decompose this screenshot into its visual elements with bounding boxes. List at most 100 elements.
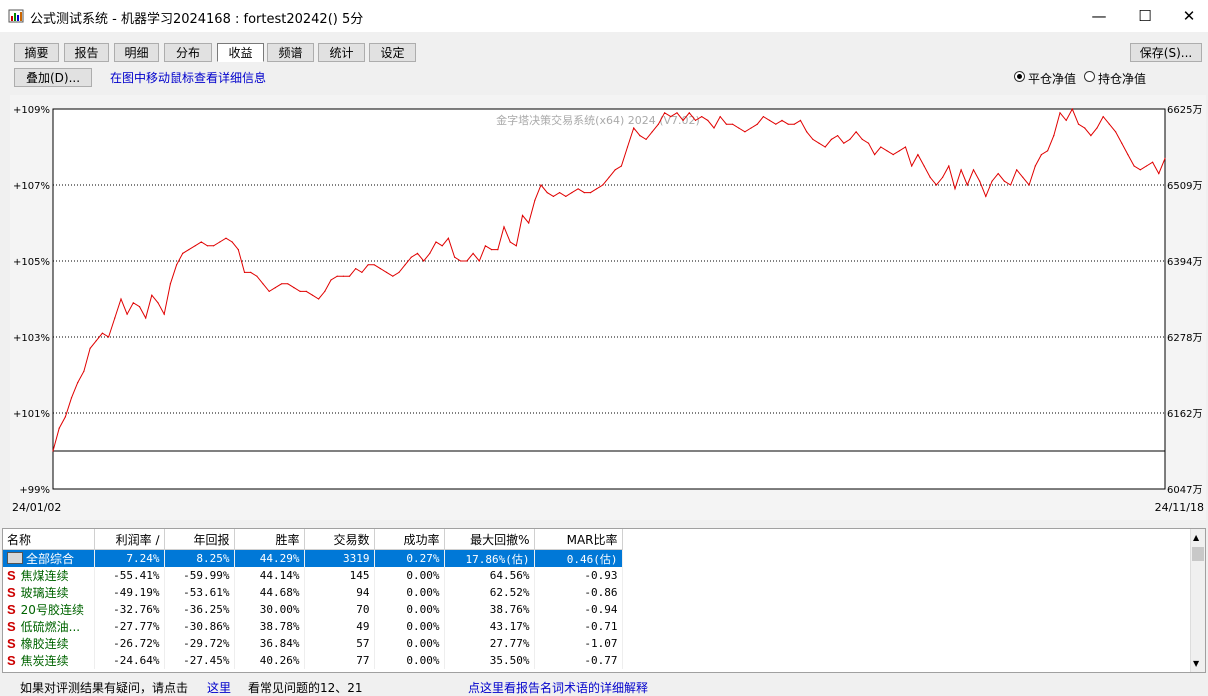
equity-point [670,116,672,118]
equity-point [694,119,697,121]
equity-point [540,184,542,186]
equity-point [1071,108,1073,110]
strategy-s-icon: S [7,585,16,600]
column-header[interactable]: MAR比率 [534,529,623,550]
scroll-thumb[interactable] [1192,547,1204,561]
status-here-link[interactable]: 这里 [207,679,231,696]
close-button[interactable]: ✕ [1166,0,1208,32]
row-name-text: 橡胶连续 [20,637,69,651]
equity-point [330,279,332,281]
row-name[interactable]: S 玻璃连续 [3,584,95,601]
scroll-up-icon[interactable]: ▲ [1193,533,1199,542]
row-name-text: 焦炭连续 [20,654,69,668]
column-header[interactable]: 交易数 [304,529,375,550]
equity-point [429,252,431,254]
table-row[interactable]: S 低硫燃油... -27.77% -30.86% 38.78% 49 0.00% 43.17… [3,618,623,635]
tab-details[interactable]: 明细 [114,43,159,62]
tab-report[interactable]: 报告 [64,43,109,62]
column-header[interactable]: 利润率 ∕ [94,529,165,550]
table-row[interactable]: 全部综合 7.24% 8.25% 44.29% 3319 0.27% 17.86%(估) 0.… [3,549,623,567]
table-cell: -0.94 [534,601,623,618]
table-cell: 44.14% [234,567,305,584]
equity-point [1003,180,1006,182]
row-name[interactable]: S 橡胶连续 [3,635,95,652]
table-row[interactable]: S 20号胶连续 -32.76% -36.25% 30.00% 70 0.00% 38.76%… [3,601,623,618]
table-cell: 0.46(估) [534,549,623,567]
glossary-link[interactable]: 点这里看报告名词术语的详细解释 [468,679,648,696]
equity-point [169,283,171,285]
tab-summary[interactable]: 摘要 [14,43,59,62]
equity-point [342,275,344,277]
equity-chart[interactable]: +109% +107% +105% +103% +101% +99% 6625万 6509万… [10,95,1206,520]
tab-settings[interactable]: 设定 [369,43,416,62]
equity-point [1028,184,1030,186]
tab-distribution[interactable]: 分布 [164,43,212,62]
equity-point [472,252,474,254]
strategy-s-icon: S [7,602,16,617]
window-title: 公式测试系统 - 机器学习2024168 : fortest20242() 5分 [30,12,364,27]
equity-point [966,184,968,186]
column-header[interactable]: 成功率 [374,529,445,550]
equity-point [299,290,301,292]
equity-point [781,119,783,121]
table-cell: -0.77 [534,652,623,669]
radio-flat-equity[interactable] [1014,71,1025,82]
save-button[interactable]: 保存(S)... [1130,43,1202,62]
equity-point [163,313,165,315]
equity-point [713,127,715,129]
table-cell: -59.99% [164,567,235,584]
column-header[interactable]: 最大回撤% [444,529,535,550]
table-cell: -0.86 [534,584,623,601]
row-name[interactable]: S 焦煤连续 [3,567,95,584]
minimize-button[interactable]: — [1076,0,1122,32]
maximize-button[interactable]: ☐ [1122,0,1168,32]
table-cell: 44.29% [234,549,305,567]
row-name[interactable]: S 低硫燃油... [3,618,95,635]
equity-point [194,245,196,247]
column-header[interactable]: 年回报 [164,529,235,550]
table-cell: -27.77% [94,618,165,635]
table-scrollbar[interactable]: ▲ ▼ [1190,529,1205,672]
equity-point [552,195,555,197]
equity-point [1121,142,1123,144]
table-row[interactable]: S 橡胶连续 -26.72% -29.72% 36.84% 57 0.00% 27.77% -1… [3,635,623,652]
equity-point [898,150,901,152]
equity-point [775,123,777,125]
equity-point [1145,165,1148,167]
overlay-button[interactable]: 叠加(D)... [14,68,92,87]
equity-point [521,214,524,216]
x-start-label: 24/01/02 [12,501,61,514]
equity-point [1059,112,1061,114]
equity-point [861,138,863,140]
tab-spectrum[interactable]: 频谱 [267,43,314,62]
radio-hold-equity[interactable] [1084,71,1095,82]
table-row[interactable]: S 焦炭连续 -24.64% -27.45% 40.26% 77 0.00% 35.50% -0… [3,652,623,669]
table-cell: 0.00% [374,567,445,584]
tab-returns[interactable]: 收益 [217,43,264,62]
equity-chart-panel[interactable]: +109% +107% +105% +103% +101% +99% 6625万 6509万… [10,95,1206,520]
table-row[interactable]: S 玻璃连续 -49.19% -53.61% 44.68% 94 0.00% 62.52% -0… [3,584,623,601]
plot-area [52,108,1166,490]
table-row[interactable]: S 焦煤连续 -55.41% -59.99% 44.14% 145 0.00% 64.56% -… [3,567,623,584]
row-name[interactable]: S 焦炭连续 [3,652,95,669]
column-header[interactable]: 名称 [3,529,95,550]
equity-point [849,138,851,140]
equity-point [676,112,678,114]
row-name[interactable]: 全部综合 [3,549,95,567]
equity-point [398,271,400,273]
equity-point [1090,135,1092,137]
equity-point [787,123,789,125]
column-header[interactable]: 胜率 [234,529,305,550]
equity-point [386,271,388,273]
row-name[interactable]: S 20号胶连续 [3,601,95,618]
equity-point [812,138,814,140]
equity-point [138,306,141,308]
equity-point [948,165,950,167]
tab-statistics[interactable]: 统计 [318,43,365,62]
equity-point [1065,119,1067,121]
y-left-tick-label: +107% [13,181,50,192]
equity-point [157,302,159,304]
y-left-tick-label: +101% [13,409,50,420]
equity-point [577,188,579,190]
scroll-down-icon[interactable]: ▼ [1193,659,1199,668]
